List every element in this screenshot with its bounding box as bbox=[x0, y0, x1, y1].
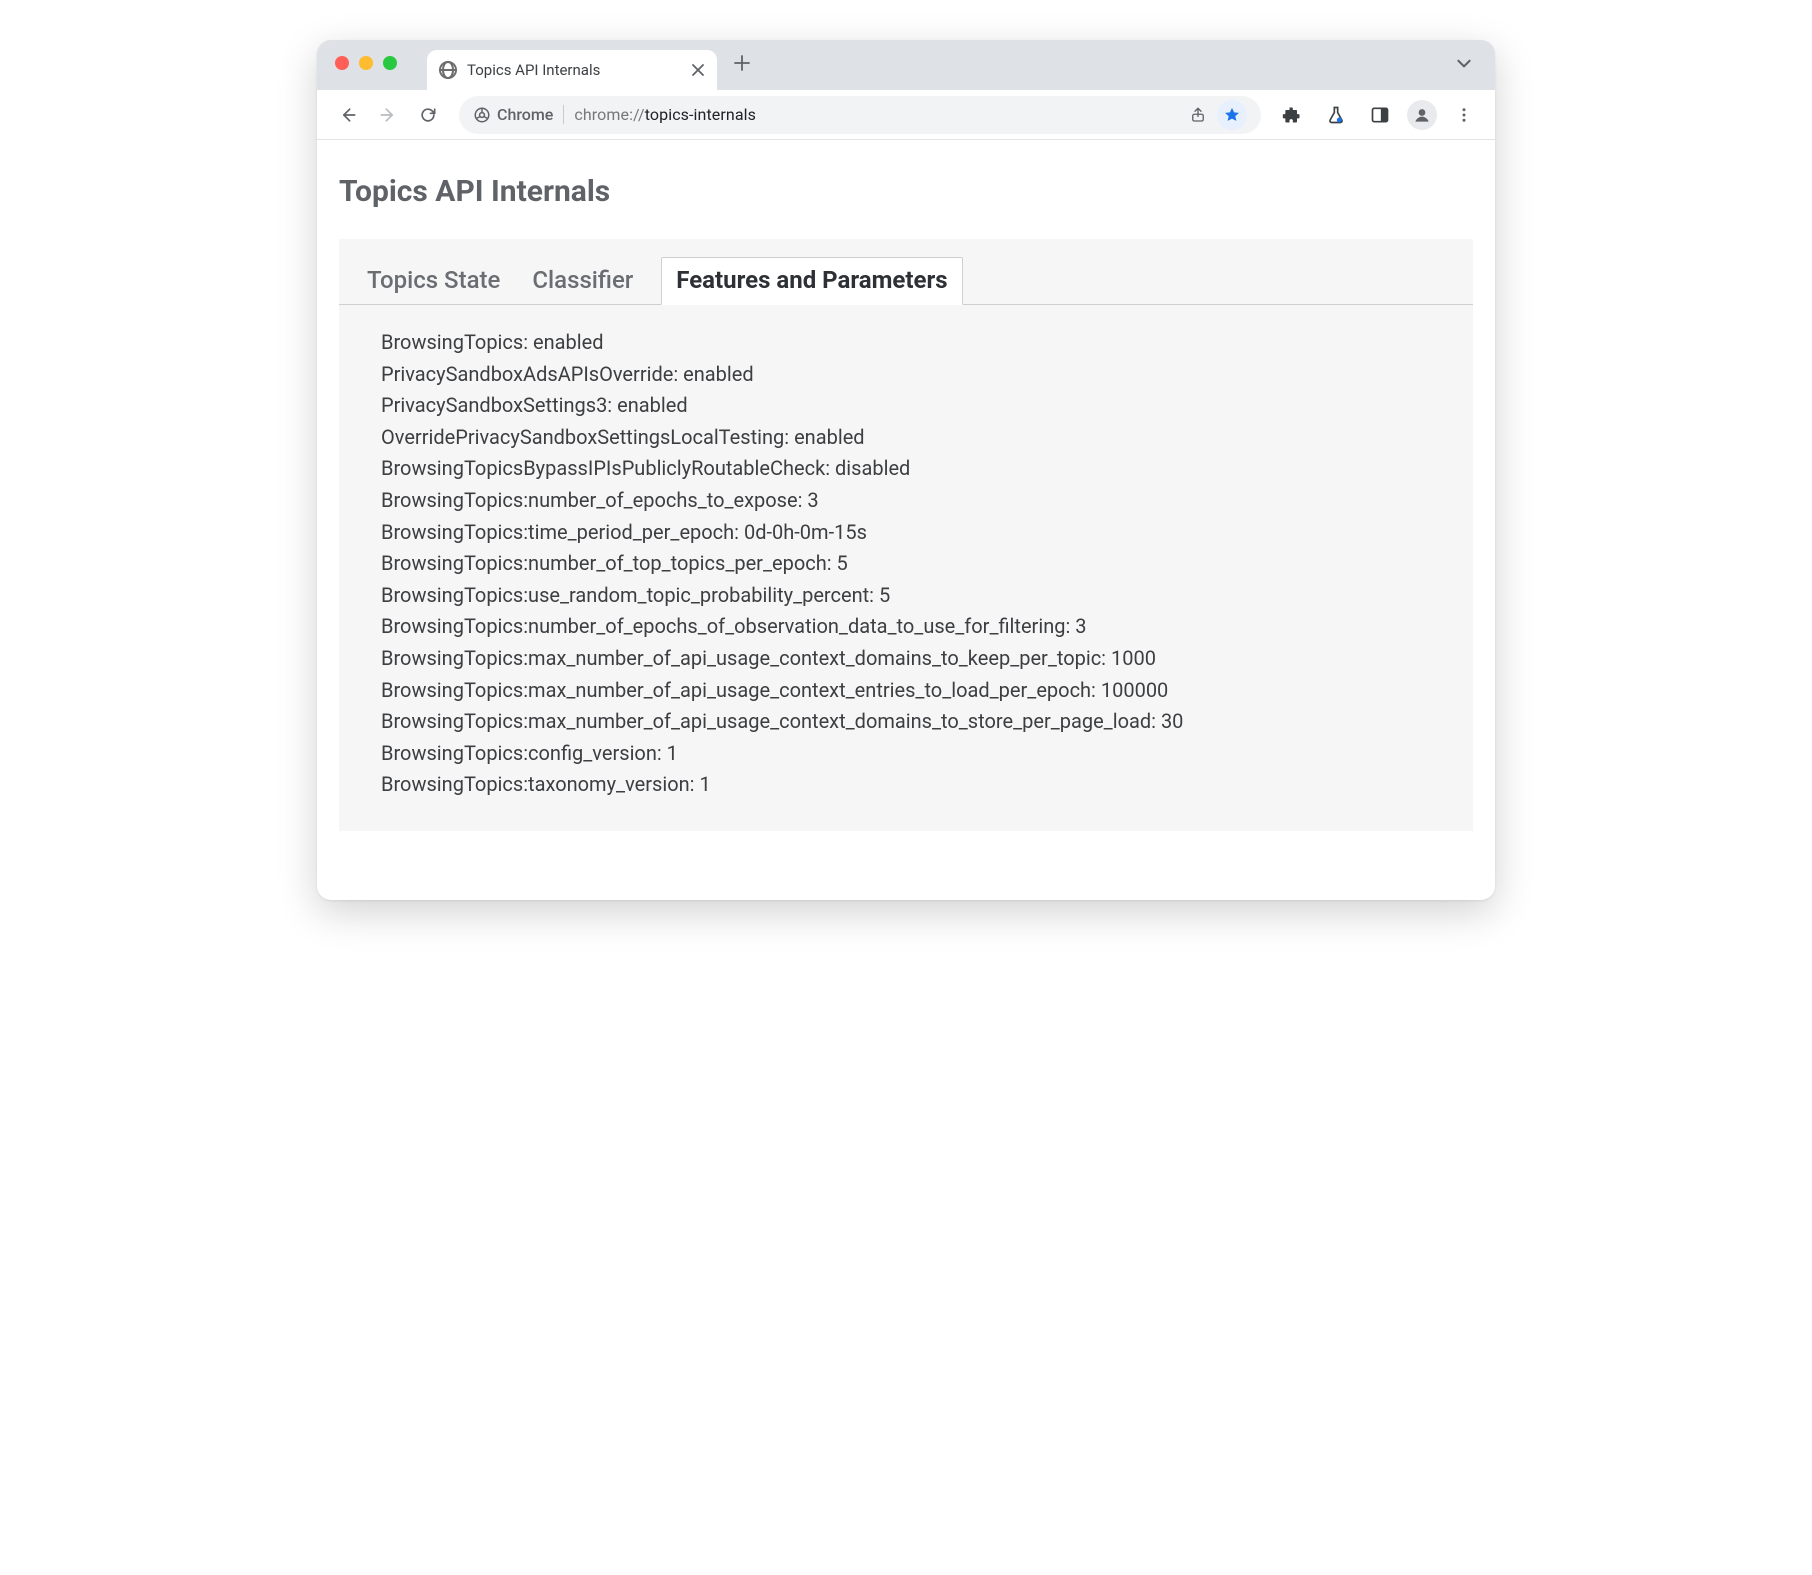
browser-window: Topics API Internals bbox=[317, 40, 1495, 900]
profile-button[interactable] bbox=[1407, 100, 1437, 130]
forward-button[interactable] bbox=[371, 98, 405, 132]
toolbar: Chrome chrome://topics-internals bbox=[317, 90, 1495, 140]
kebab-icon bbox=[1455, 106, 1473, 124]
feature-row: BrowsingTopics:number_of_epochs_to_expos… bbox=[381, 485, 1443, 517]
tab-title: Topics API Internals bbox=[467, 61, 681, 79]
window-minimize-button[interactable] bbox=[359, 56, 373, 70]
labs-button[interactable] bbox=[1319, 98, 1353, 132]
side-panel-button[interactable] bbox=[1363, 98, 1397, 132]
page-title: Topics API Internals bbox=[339, 174, 1473, 209]
new-tab-button[interactable] bbox=[727, 48, 757, 78]
feature-row: OverridePrivacySandboxSettingsLocalTesti… bbox=[381, 422, 1443, 454]
feature-row: BrowsingTopics: enabled bbox=[381, 327, 1443, 359]
share-icon[interactable] bbox=[1189, 106, 1207, 124]
tab-overflow-button[interactable] bbox=[1455, 54, 1479, 72]
panel: Topics State Classifier Features and Par… bbox=[339, 239, 1473, 831]
menu-button[interactable] bbox=[1447, 98, 1481, 132]
feature-row: BrowsingTopics:number_of_epochs_of_obser… bbox=[381, 611, 1443, 643]
chrome-label: Chrome bbox=[497, 105, 553, 124]
page-content: Topics API Internals Topics State Classi… bbox=[317, 140, 1495, 900]
chrome-chip: Chrome bbox=[473, 105, 564, 124]
bookmark-button[interactable] bbox=[1217, 100, 1247, 130]
feature-row: BrowsingTopics:max_number_of_api_usage_c… bbox=[381, 675, 1443, 707]
window-controls bbox=[335, 56, 397, 70]
star-icon bbox=[1223, 106, 1241, 124]
feature-row: BrowsingTopicsBypassIPIsPubliclyRoutable… bbox=[381, 453, 1443, 485]
window-maximize-button[interactable] bbox=[383, 56, 397, 70]
feature-row: PrivacySandboxAdsAPIsOverride: enabled bbox=[381, 359, 1443, 391]
feature-row: BrowsingTopics:number_of_top_topics_per_… bbox=[381, 548, 1443, 580]
extensions-button[interactable] bbox=[1275, 98, 1309, 132]
tab-bar: Topics State Classifier Features and Par… bbox=[339, 239, 1473, 305]
tab-topics-state[interactable]: Topics State bbox=[363, 258, 504, 304]
tab-features-parameters[interactable]: Features and Parameters bbox=[661, 257, 962, 305]
chrome-icon bbox=[473, 106, 491, 124]
browser-tab[interactable]: Topics API Internals bbox=[427, 50, 717, 90]
feature-row: PrivacySandboxSettings3: enabled bbox=[381, 390, 1443, 422]
back-button[interactable] bbox=[331, 98, 365, 132]
person-icon bbox=[1412, 105, 1432, 125]
close-tab-button[interactable] bbox=[691, 63, 705, 77]
feature-row: BrowsingTopics:config_version: 1 bbox=[381, 738, 1443, 770]
globe-icon bbox=[439, 61, 457, 79]
address-bar[interactable]: Chrome chrome://topics-internals bbox=[459, 96, 1261, 134]
url-text: chrome://topics-internals bbox=[574, 105, 756, 124]
feature-row: BrowsingTopics:taxonomy_version: 1 bbox=[381, 769, 1443, 801]
feature-row: BrowsingTopics:max_number_of_api_usage_c… bbox=[381, 643, 1443, 675]
feature-list: BrowsingTopics: enabledPrivacySandboxAds… bbox=[339, 305, 1473, 801]
feature-row: BrowsingTopics:max_number_of_api_usage_c… bbox=[381, 706, 1443, 738]
feature-row: BrowsingTopics:use_random_topic_probabil… bbox=[381, 580, 1443, 612]
tab-strip: Topics API Internals bbox=[317, 40, 1495, 90]
reload-button[interactable] bbox=[411, 98, 445, 132]
feature-row: BrowsingTopics:time_period_per_epoch: 0d… bbox=[381, 517, 1443, 549]
tab-classifier[interactable]: Classifier bbox=[528, 258, 637, 304]
window-close-button[interactable] bbox=[335, 56, 349, 70]
toolbar-right bbox=[1275, 98, 1481, 132]
